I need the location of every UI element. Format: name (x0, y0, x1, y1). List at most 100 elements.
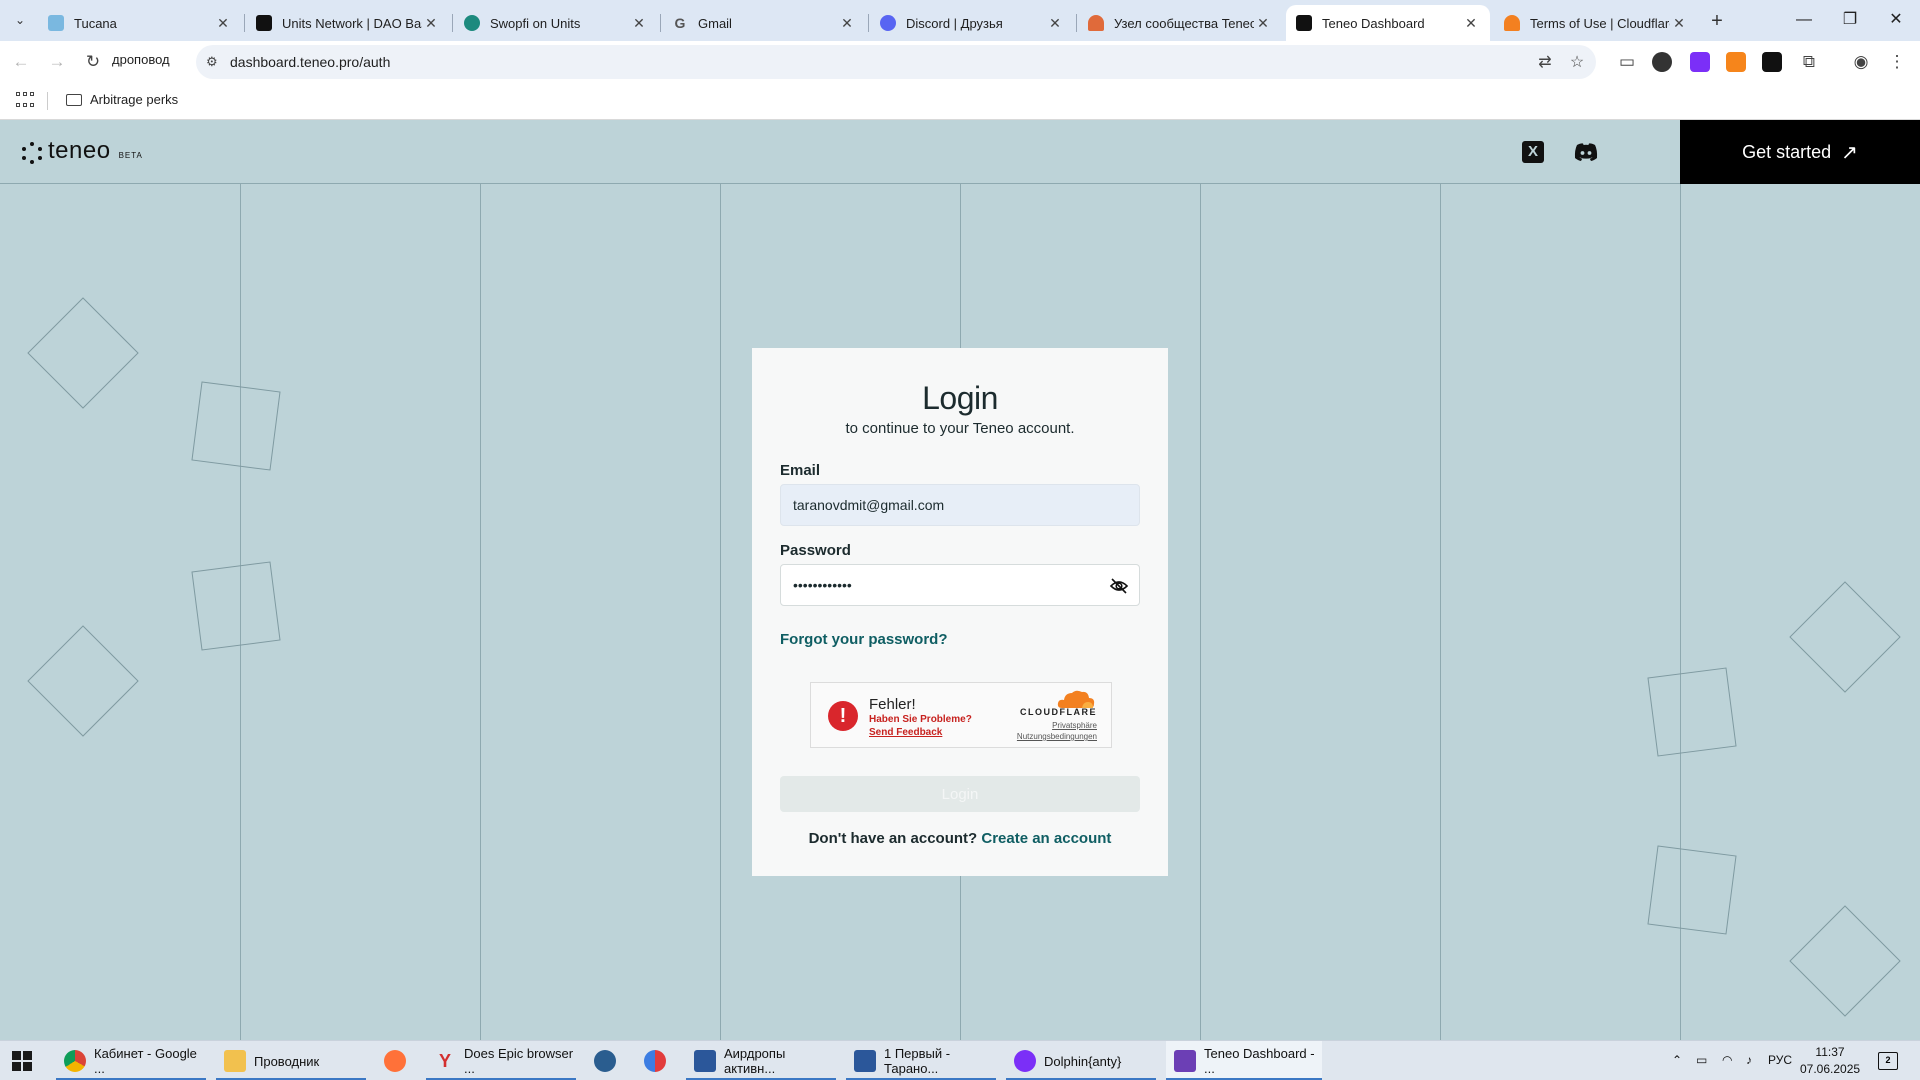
back-arrow-icon[interactable]: ← (8, 49, 34, 75)
tab-cloudflare-terms[interactable]: Terms of Use | Cloudflare ✕ (1494, 5, 1698, 41)
bookmark-folder-arbitrage[interactable]: Arbitrage perks (66, 92, 178, 107)
address-url[interactable]: dashboard.teneo.pro/auth (230, 54, 390, 70)
tab-teneo-community[interactable]: Узел сообщества Teneo ✕ (1078, 5, 1282, 41)
tab-gmail[interactable]: G Gmail ✕ (662, 5, 866, 41)
decorative-square (191, 561, 281, 651)
captcha-feedback-link[interactable]: Send Feedback (869, 727, 942, 738)
windows-taskbar: Кабинет - Google ... Проводник Y Does Ep… (0, 1040, 1920, 1080)
reload-icon[interactable]: ↻ (80, 49, 106, 75)
close-icon[interactable]: ✕ (422, 15, 440, 32)
email-field[interactable] (781, 485, 1139, 525)
close-icon[interactable]: ✕ (1254, 15, 1272, 32)
site-header: teneo BETA X Get started ↗ (0, 120, 1920, 184)
browser-toolbar: ← → ↻ дроповод ⚙ dashboard.teneo.pro/aut… (0, 41, 1920, 82)
swopfi-favicon-icon (464, 15, 480, 31)
profile-chip[interactable]: дроповод (112, 52, 170, 67)
logo-wordmark: teneo (48, 137, 111, 164)
tab-discord[interactable]: Discord | Друзья ✕ (870, 5, 1074, 41)
taskbar-item-chrome[interactable]: Кабинет - Google ... (56, 1041, 206, 1080)
discord-icon[interactable] (1574, 142, 1598, 162)
input-language[interactable]: РУС (1768, 1053, 1792, 1067)
captcha-privacy-link[interactable]: Privatsphäre (1052, 721, 1097, 730)
tab-swopfi[interactable]: Swopfi on Units ✕ (454, 5, 658, 41)
address-bar[interactable]: ⚙ dashboard.teneo.pro/auth ⇄ ☆ (196, 45, 1596, 79)
password-field[interactable] (781, 565, 1139, 605)
cloudflare-favicon-icon (1504, 15, 1520, 31)
close-icon[interactable]: ✕ (1046, 15, 1064, 32)
taskbar-item-word-airdrops[interactable]: Аирдропы активн... (686, 1041, 836, 1080)
metamask-fox-icon[interactable] (1726, 52, 1746, 72)
discord-favicon-icon (880, 15, 896, 31)
captcha-terms-link[interactable]: Nutzungsbedingungen (1017, 732, 1097, 741)
email-field-wrapper (780, 484, 1140, 526)
firefox-icon[interactable] (384, 1050, 406, 1072)
battery-icon[interactable]: ▭ (1696, 1053, 1707, 1067)
cloudflare-brand-text: CLOUDFLARE (1020, 707, 1097, 717)
eye-off-icon[interactable] (1109, 576, 1129, 596)
taskbar-item-yandex[interactable]: Y Does Epic browser ... (426, 1041, 576, 1080)
grid-line (720, 184, 721, 1040)
extension-dolphin-icon[interactable] (1690, 52, 1710, 72)
login-submit-button[interactable]: Login (780, 776, 1140, 812)
tab-units-network[interactable]: Units Network | DAO Base ✕ (246, 5, 450, 41)
tab-tucana[interactable]: Tucana ✕ (38, 5, 242, 41)
restore-button[interactable]: ❐ (1830, 8, 1870, 32)
folder-icon (66, 93, 82, 106)
tray-chevron-up-icon[interactable]: ⌃ (1672, 1053, 1682, 1067)
google-favicon-icon: G (674, 15, 686, 31)
tab-divider (452, 14, 453, 32)
tab-divider (1076, 14, 1077, 32)
close-icon[interactable]: ✕ (214, 15, 232, 32)
minimize-button[interactable]: — (1784, 8, 1824, 32)
tab-teneo-dashboard[interactable]: Teneo Dashboard ✕ (1286, 5, 1490, 41)
extensions-puzzle-icon[interactable]: ⧉ (1796, 49, 1822, 75)
tab-search-chevron-icon[interactable]: ⌄ (6, 8, 34, 32)
new-tab-button[interactable]: + (1703, 8, 1731, 34)
grid-line (1440, 184, 1441, 1040)
translate-icon[interactable]: ⇄ (1534, 52, 1556, 74)
teneo-favicon-icon (1296, 15, 1312, 31)
word-doc-icon (694, 1050, 716, 1072)
get-started-button[interactable]: Get started ↗ (1680, 120, 1920, 184)
password-label: Password (780, 542, 851, 559)
brave-lion-icon[interactable] (594, 1050, 616, 1072)
page-viewport: teneo BETA X Get started ↗ Login to cont… (0, 120, 1920, 1040)
window-close-button[interactable]: ✕ (1876, 8, 1916, 32)
bookmark-star-icon[interactable]: ☆ (1566, 52, 1588, 74)
profile-avatar-icon[interactable]: ◉ (1848, 49, 1874, 75)
grid-line (1200, 184, 1201, 1040)
windows-start-icon[interactable] (12, 1051, 32, 1071)
decorative-diamond (27, 625, 139, 737)
create-account-link[interactable]: Create an account (981, 830, 1111, 847)
taskbar-item-explorer[interactable]: Проводник (216, 1041, 366, 1080)
extension-teneo-icon[interactable] (1762, 52, 1782, 72)
browser-menu-icon[interactable]: ⋮ (1884, 49, 1910, 75)
apps-grid-icon[interactable] (16, 92, 34, 110)
login-subtitle: to continue to your Teneo account. (845, 420, 1075, 437)
site-settings-icon[interactable]: ⚙ (206, 54, 222, 70)
browser-app-icon[interactable] (644, 1050, 666, 1072)
word-doc-icon (854, 1050, 876, 1072)
forward-arrow-icon[interactable]: → (44, 49, 70, 75)
tab-divider (244, 14, 245, 32)
volume-icon[interactable]: ♪ (1746, 1053, 1752, 1067)
notification-center-icon[interactable]: 2 (1878, 1052, 1898, 1070)
close-icon[interactable]: ✕ (1462, 15, 1480, 32)
close-icon[interactable]: ✕ (838, 15, 856, 32)
cast-video-icon[interactable]: ▭ (1614, 49, 1640, 75)
taskbar-item-word-first[interactable]: 1 Первый - Тарано... (846, 1041, 996, 1080)
browser-tab-strip: ⌄ Tucana ✕ Units Network | DAO Base ✕ Sw… (0, 0, 1920, 41)
bookmarks-divider (47, 92, 48, 110)
system-clock[interactable]: 11:37 07.06.2025 (1800, 1044, 1860, 1078)
taskbar-item-dolphin[interactable]: Dolphin{anty} (1006, 1041, 1156, 1080)
taskbar-item-teneo-dashboard[interactable]: Teneo Dashboard - ... (1166, 1041, 1322, 1080)
x-twitter-icon[interactable]: X (1522, 141, 1544, 163)
close-icon[interactable]: ✕ (630, 15, 648, 32)
wifi-icon[interactable]: ◠ (1722, 1053, 1732, 1067)
forgot-password-link[interactable]: Forgot your password? (780, 631, 948, 648)
arrow-up-right-icon: ↗ (1841, 141, 1858, 164)
close-icon[interactable]: ✕ (1670, 15, 1688, 32)
extension-globe-icon[interactable] (1652, 52, 1672, 72)
teneo-logo[interactable]: teneo BETA (22, 137, 143, 164)
no-account-text: Don't have an account? (808, 830, 978, 847)
